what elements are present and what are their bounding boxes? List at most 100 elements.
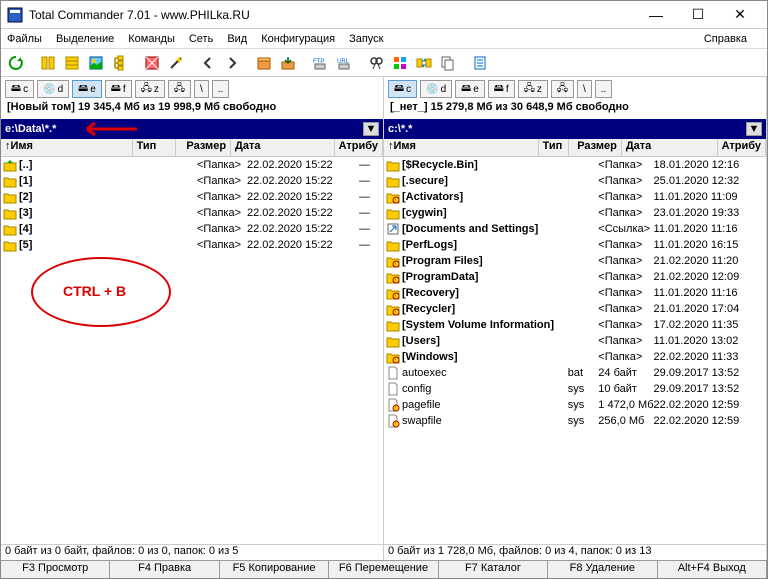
- list-item[interactable]: ![Activators]<Папка>11.01.2020 11:09—: [384, 189, 766, 205]
- unpack-icon[interactable]: [277, 52, 299, 74]
- left-status: 0 байт из 0 байт, файлов: 0 из 0, папок:…: [1, 544, 383, 560]
- toolbar: FTP URL: [1, 49, 767, 77]
- file-size: <Папка>: [598, 319, 653, 331]
- file-name: [cygwin]: [402, 207, 568, 219]
- f8-delete[interactable]: F8 Удаление: [548, 561, 657, 578]
- drive-f[interactable]: 🖴 f: [488, 80, 515, 98]
- pack-icon[interactable]: [253, 52, 275, 74]
- file-size: 256,0 Мб: [598, 415, 653, 427]
- file-size: <Папка>: [197, 239, 247, 251]
- file-date: 22.02.2020 15:22: [247, 223, 359, 235]
- list-item[interactable]: [$Recycle.Bin]<Папка>18.01.2020 12:16-hs: [384, 157, 766, 173]
- file-date: 21.02.2020 11:20: [654, 255, 766, 267]
- f3-view[interactable]: F3 Просмотр: [1, 561, 110, 578]
- list-item[interactable]: ![Recovery]<Папка>11.01.2020 11:16-hs: [384, 285, 766, 301]
- list-item[interactable]: ![Windows]<Папка>22.02.2020 11:33—: [384, 349, 766, 365]
- drive-d[interactable]: 💿 d: [420, 80, 452, 98]
- right-path-dropdown[interactable]: ▼: [746, 122, 762, 136]
- drive-root[interactable]: \: [194, 80, 209, 98]
- list-item[interactable]: [4]<Папка>22.02.2020 15:22—: [1, 221, 383, 237]
- list-item[interactable]: ![Program Files]<Папка>21.02.2020 11:20—: [384, 253, 766, 269]
- list-item[interactable]: [cygwin]<Папка>23.01.2020 19:33—: [384, 205, 766, 221]
- f5-copy[interactable]: F5 Копирование: [220, 561, 329, 578]
- list-item[interactable]: [Documents and Settings]<Ссылка>11.01.20…: [384, 221, 766, 237]
- drive-up[interactable]: ..: [212, 80, 230, 98]
- file-name: [.secure]: [402, 175, 568, 187]
- invert-sel-icon[interactable]: [141, 52, 163, 74]
- forward-icon[interactable]: [221, 52, 243, 74]
- menu-net[interactable]: Сеть: [189, 33, 213, 45]
- left-list-header[interactable]: ↑Имя Тип Размер Дата Атрибу: [1, 139, 383, 157]
- list-item[interactable]: [1]<Папка>22.02.2020 15:22—: [1, 173, 383, 189]
- menu-config[interactable]: Конфигурация: [261, 33, 335, 45]
- ftp-icon[interactable]: FTP: [309, 52, 331, 74]
- copy-names-icon[interactable]: [437, 52, 459, 74]
- list-item[interactable]: [..]<Папка>22.02.2020 15:22—: [1, 157, 383, 173]
- maximize-button[interactable]: ☐: [677, 3, 719, 27]
- menu-start[interactable]: Запуск: [349, 33, 383, 45]
- left-path: e:\Data\*.*: [5, 123, 56, 135]
- view-full-icon[interactable]: [61, 52, 83, 74]
- menu-selection[interactable]: Выделение: [56, 33, 114, 45]
- wand-icon[interactable]: [165, 52, 187, 74]
- drive-up[interactable]: ..: [595, 80, 613, 98]
- right-pathbar[interactable]: c:\*.* ▼: [384, 119, 766, 139]
- drive-z[interactable]: 🖧 z: [518, 80, 548, 98]
- list-item[interactable]: !pagefilesys1 472,0 Мб22.02.2020 12:59-a…: [384, 397, 766, 413]
- menu-help[interactable]: Справка: [704, 33, 747, 45]
- drive-c[interactable]: 🖴 c: [388, 80, 417, 98]
- file-name: [$Recycle.Bin]: [402, 159, 568, 171]
- multi-rename-icon[interactable]: [389, 52, 411, 74]
- list-item[interactable]: ![Recycler]<Папка>21.01.2020 17:04-hs: [384, 301, 766, 317]
- f4-edit[interactable]: F4 Правка: [110, 561, 219, 578]
- list-item[interactable]: [5]<Папка>22.02.2020 15:22—: [1, 237, 383, 253]
- altf4-exit[interactable]: Alt+F4 Выход: [658, 561, 767, 578]
- drive-d[interactable]: 💿 d: [37, 80, 69, 98]
- list-item[interactable]: configsys10 байт29.09.2017 13:52-a--: [384, 381, 766, 397]
- list-item[interactable]: [PerfLogs]<Папка>11.01.2020 16:15—: [384, 237, 766, 253]
- drive-c[interactable]: 🖴 c: [5, 80, 34, 98]
- list-item[interactable]: [2]<Папка>22.02.2020 15:22—: [1, 189, 383, 205]
- list-item[interactable]: ![ProgramData]<Папка>21.02.2020 12:09-h-: [384, 269, 766, 285]
- drive-e[interactable]: 🖴 e: [72, 80, 102, 98]
- drive-f[interactable]: 🖴 f: [105, 80, 132, 98]
- drive-root[interactable]: \: [577, 80, 592, 98]
- left-drive-info: [Новый том] 19 345,4 Мб из 19 998,9 Мб с…: [1, 101, 383, 119]
- list-item[interactable]: [3]<Папка>22.02.2020 15:22—: [1, 205, 383, 221]
- list-item[interactable]: [.secure]<Папка>25.01.2020 12:32-hs: [384, 173, 766, 189]
- left-path-dropdown[interactable]: ▼: [363, 122, 379, 136]
- minimize-button[interactable]: —: [635, 3, 677, 27]
- menu-files[interactable]: Файлы: [7, 33, 42, 45]
- drive-z[interactable]: 🖧 z: [135, 80, 165, 98]
- left-filelist[interactable]: [..]<Папка>22.02.2020 15:22—[1]<Папка>22…: [1, 157, 383, 544]
- f6-move[interactable]: F6 Перемещение: [329, 561, 438, 578]
- list-item[interactable]: [Users]<Папка>11.01.2020 13:02—: [384, 333, 766, 349]
- hdr-ext: Тип: [133, 139, 177, 156]
- view-tree-icon[interactable]: [109, 52, 131, 74]
- menu-commands[interactable]: Команды: [128, 33, 175, 45]
- close-button[interactable]: ✕: [719, 3, 761, 27]
- list-item[interactable]: [System Volume Information]<Папка>17.02.…: [384, 317, 766, 333]
- sync-icon[interactable]: [413, 52, 435, 74]
- right-filelist[interactable]: [$Recycle.Bin]<Папка>18.01.2020 12:16-hs…: [384, 157, 766, 544]
- search-icon[interactable]: [365, 52, 387, 74]
- file-size: <Папка>: [197, 223, 247, 235]
- notepad-icon[interactable]: [469, 52, 491, 74]
- drive-e[interactable]: 🖴 e: [455, 80, 485, 98]
- f7-mkdir[interactable]: F7 Каталог: [439, 561, 548, 578]
- list-item[interactable]: autoexecbat24 байт29.09.2017 13:52-a--: [384, 365, 766, 381]
- drive-net[interactable]: 🖧: [551, 80, 574, 98]
- folder-warn-icon: !: [386, 190, 400, 204]
- list-item[interactable]: !swapfilesys256,0 Мб22.02.2020 12:59-ahs: [384, 413, 766, 429]
- url-icon[interactable]: URL: [333, 52, 355, 74]
- svg-text:!: !: [395, 198, 396, 204]
- refresh-icon[interactable]: [5, 52, 27, 74]
- left-pathbar[interactable]: e:\Data\*.* ▼: [1, 119, 383, 139]
- menu-view[interactable]: Вид: [227, 33, 247, 45]
- drive-net[interactable]: 🖧: [168, 80, 191, 98]
- right-list-header[interactable]: ↑Имя Тип Размер Дата Атрибу: [384, 139, 766, 157]
- view-brief-icon[interactable]: [37, 52, 59, 74]
- back-icon[interactable]: [197, 52, 219, 74]
- view-thumbs-icon[interactable]: [85, 52, 107, 74]
- file-icon: [386, 382, 400, 396]
